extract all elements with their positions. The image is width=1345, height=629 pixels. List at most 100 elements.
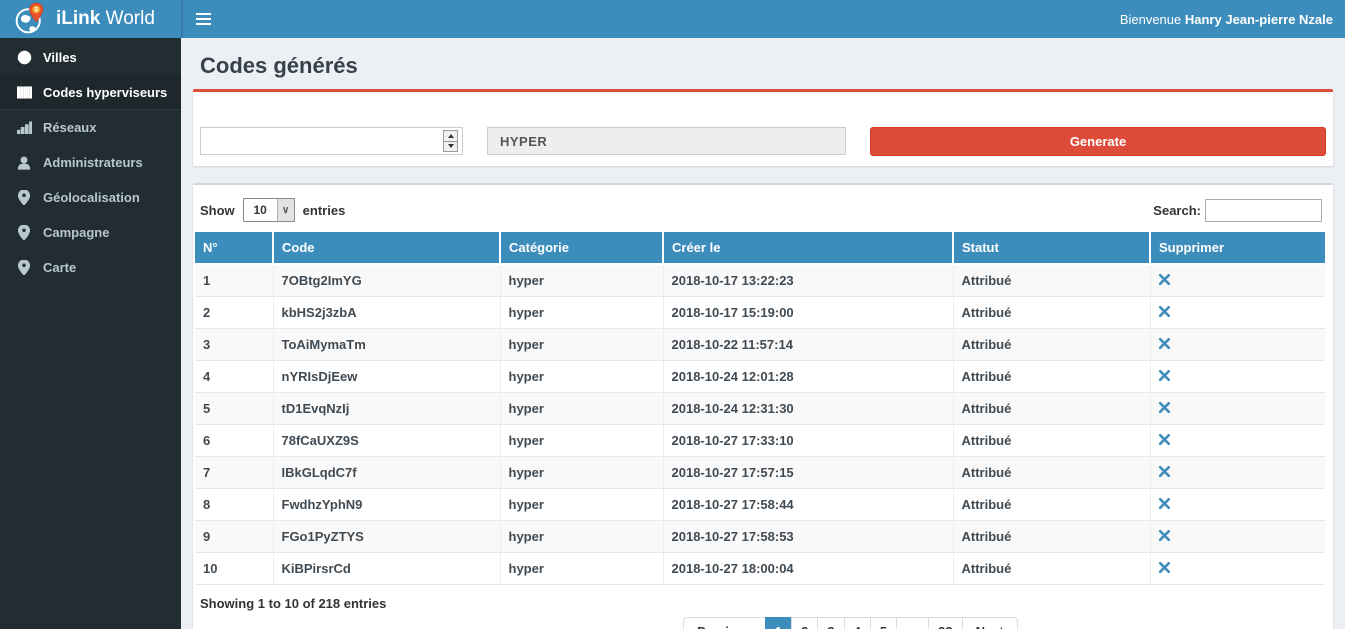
delete-icon[interactable] bbox=[1159, 562, 1170, 573]
table-row: 4nYRIsDjEewhyper2018-10-24 12:01:28Attri… bbox=[195, 361, 1325, 393]
cell-code: 78fCaUXZ9S bbox=[273, 425, 500, 457]
search-input[interactable] bbox=[1205, 199, 1322, 222]
page-1[interactable]: 1 bbox=[765, 617, 792, 629]
cell-delete bbox=[1150, 329, 1325, 361]
cell-status: Attribué bbox=[953, 361, 1150, 393]
delete-icon[interactable] bbox=[1159, 498, 1170, 509]
page-length-value: 10 bbox=[244, 203, 277, 217]
cell-code: kbHS2j3zbA bbox=[273, 297, 500, 329]
cell-code: tD1EvqNzIj bbox=[273, 393, 500, 425]
cell-created: 2018-10-27 17:58:44 bbox=[663, 489, 953, 521]
table-controls: Show 10 ∨ entries Search: bbox=[200, 198, 1322, 222]
page-previous: Previous bbox=[683, 617, 766, 629]
sidebar-item-label: Réseaux bbox=[43, 120, 96, 135]
cell-num: 9 bbox=[195, 521, 273, 553]
delete-icon[interactable] bbox=[1159, 338, 1170, 349]
cell-category: hyper bbox=[500, 553, 663, 585]
sidebar-item-villes[interactable]: Villes bbox=[0, 40, 181, 75]
cell-delete bbox=[1150, 489, 1325, 521]
cell-created: 2018-10-24 12:01:28 bbox=[663, 361, 953, 393]
cell-created: 2018-10-27 17:33:10 bbox=[663, 425, 953, 457]
cell-delete bbox=[1150, 297, 1325, 329]
table-header-row: N°CodeCatégorieCréer leStatutSupprimer bbox=[195, 232, 1325, 264]
page-length-select[interactable]: 10 ∨ bbox=[243, 198, 295, 222]
page-3[interactable]: 3 bbox=[817, 617, 844, 629]
page-ellipsis[interactable]: … bbox=[896, 617, 929, 629]
delete-icon[interactable] bbox=[1159, 370, 1170, 381]
column-header: Supprimer bbox=[1150, 232, 1325, 264]
cell-delete bbox=[1150, 264, 1325, 297]
sidebar-item-campagne[interactable]: Campagne bbox=[0, 215, 181, 250]
page-4[interactable]: 4 bbox=[844, 617, 871, 629]
main-header: $ iLink World Bienvenue Hanry Jean-pierr… bbox=[0, 0, 1345, 38]
sidebar-item-codes-hyperviseurs[interactable]: Codes hyperviseurs bbox=[0, 75, 181, 110]
sidebar-nav: Villes Codes hyperviseurs Réseaux Administr… bbox=[0, 38, 181, 629]
pagination: Previous12345…22Next bbox=[683, 617, 1325, 629]
cell-num: 2 bbox=[195, 297, 273, 329]
page-2[interactable]: 2 bbox=[791, 617, 818, 629]
cell-category: hyper bbox=[500, 521, 663, 553]
cell-delete bbox=[1150, 521, 1325, 553]
sidebar-item-carte[interactable]: Carte bbox=[0, 250, 181, 285]
generate-button[interactable]: Generate bbox=[870, 127, 1326, 156]
cell-code: IBkGLqdC7f bbox=[273, 457, 500, 489]
map-marker-icon bbox=[15, 260, 33, 275]
cell-status: Attribué bbox=[953, 553, 1150, 585]
cell-status: Attribué bbox=[953, 393, 1150, 425]
cell-num: 1 bbox=[195, 264, 273, 297]
cell-status: Attribué bbox=[953, 521, 1150, 553]
cell-code: nYRIsDjEew bbox=[273, 361, 500, 393]
sidebar-item-label: Campagne bbox=[43, 225, 109, 240]
cell-code: FwdhzYphN9 bbox=[273, 489, 500, 521]
brand-logo[interactable]: $ iLink World bbox=[0, 0, 181, 38]
column-header: Code bbox=[273, 232, 500, 264]
cell-category: hyper bbox=[500, 489, 663, 521]
page-22[interactable]: 22 bbox=[928, 617, 962, 629]
delete-icon[interactable] bbox=[1159, 434, 1170, 445]
cell-status: Attribué bbox=[953, 264, 1150, 297]
page-5[interactable]: 5 bbox=[870, 617, 897, 629]
cell-delete bbox=[1150, 457, 1325, 489]
cell-status: Attribué bbox=[953, 457, 1150, 489]
cell-created: 2018-10-17 13:22:23 bbox=[663, 264, 953, 297]
content-area: Codes générés Generate Show 10 ∨ entries… bbox=[181, 38, 1345, 629]
cell-category: hyper bbox=[500, 457, 663, 489]
delete-icon[interactable] bbox=[1159, 466, 1170, 477]
cell-created: 2018-10-24 12:31:30 bbox=[663, 393, 953, 425]
delete-icon[interactable] bbox=[1159, 274, 1170, 285]
column-header: Créer le bbox=[663, 232, 953, 264]
cell-num: 10 bbox=[195, 553, 273, 585]
spinner-up-icon[interactable] bbox=[444, 131, 457, 141]
table-row: 7IBkGLqdC7fhyper2018-10-27 17:57:15Attri… bbox=[195, 457, 1325, 489]
cell-created: 2018-10-27 17:58:53 bbox=[663, 521, 953, 553]
delete-icon[interactable] bbox=[1159, 306, 1170, 317]
signal-icon bbox=[15, 121, 33, 134]
quantity-input[interactable] bbox=[200, 127, 463, 155]
page-next[interactable]: Next bbox=[962, 617, 1018, 629]
sidebar-item-geolocalisation[interactable]: Géolocalisation bbox=[0, 180, 181, 215]
cell-category: hyper bbox=[500, 264, 663, 297]
spinner-down-icon[interactable] bbox=[444, 141, 457, 152]
sidebar-item-administrateurs[interactable]: Administrateurs bbox=[0, 145, 181, 180]
entries-label: entries bbox=[303, 203, 346, 218]
welcome-message: Bienvenue Hanry Jean-pierre Nzale bbox=[1120, 12, 1345, 27]
barcode-icon bbox=[15, 86, 33, 99]
globe-icon bbox=[15, 50, 33, 65]
cell-created: 2018-10-17 15:19:00 bbox=[663, 297, 953, 329]
number-spinner[interactable] bbox=[443, 130, 458, 152]
brand-name: iLink World bbox=[56, 8, 155, 30]
cell-num: 5 bbox=[195, 393, 273, 425]
delete-icon[interactable] bbox=[1159, 530, 1170, 541]
sidebar-item-label: Villes bbox=[43, 50, 77, 65]
table-row: 3ToAiMymaTmhyper2018-10-22 11:57:14Attri… bbox=[195, 329, 1325, 361]
cell-status: Attribué bbox=[953, 297, 1150, 329]
sidebar-item-reseaux[interactable]: Réseaux bbox=[0, 110, 181, 145]
table-row: 8FwdhzYphN9hyper2018-10-27 17:58:44Attri… bbox=[195, 489, 1325, 521]
table-row: 17OBtg2ImYGhyper2018-10-17 13:22:23Attri… bbox=[195, 264, 1325, 297]
cell-category: hyper bbox=[500, 297, 663, 329]
page-title: Codes générés bbox=[200, 53, 1333, 79]
sidebar-toggle-icon[interactable] bbox=[183, 0, 223, 38]
delete-icon[interactable] bbox=[1159, 402, 1170, 413]
cell-category: hyper bbox=[500, 393, 663, 425]
cell-delete bbox=[1150, 393, 1325, 425]
